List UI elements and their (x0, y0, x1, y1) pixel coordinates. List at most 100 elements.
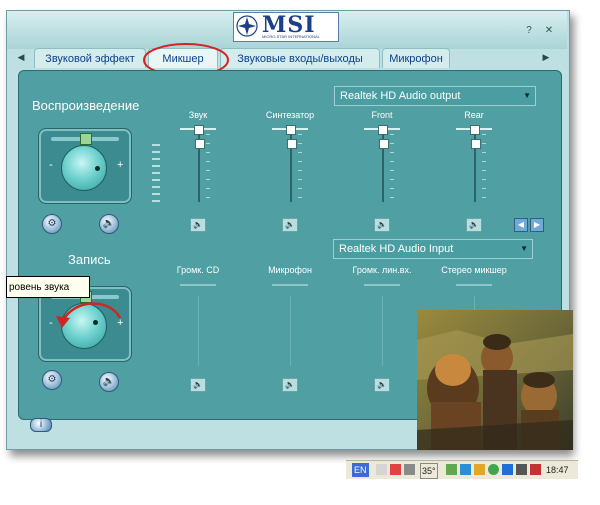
playback-volume-knob[interactable] (61, 145, 107, 191)
channel-tick (482, 170, 486, 171)
playback-settings-icon[interactable]: ⚙ (42, 214, 62, 234)
channel-volume-handle[interactable] (287, 139, 297, 150)
level-meter-tick (152, 158, 160, 160)
level-meter-tick (152, 144, 160, 146)
channel-volume-track[interactable] (290, 296, 291, 366)
channel-tick (298, 170, 302, 171)
tray-security-icon[interactable] (474, 464, 485, 475)
record-title: Запись (68, 252, 111, 267)
level-meter-tick (152, 165, 160, 167)
language-indicator[interactable]: EN (352, 463, 369, 477)
channel-mute-icon[interactable]: 🔈 (190, 218, 206, 232)
channel-volume-handle[interactable] (195, 139, 205, 150)
channel-tick (206, 143, 210, 144)
channel-tick (298, 188, 302, 189)
channel-tick (298, 152, 302, 153)
close-button[interactable]: ✕ (542, 24, 556, 38)
channel-tick (482, 152, 486, 153)
playback-device-select[interactable]: Realtek HD Audio output ▼ (334, 86, 536, 106)
channel-tick (298, 134, 302, 135)
tray-network-icon[interactable] (446, 464, 457, 475)
tray-clock[interactable]: 18:47 (546, 463, 569, 477)
level-meter-tick (152, 200, 160, 202)
channel-balance-bar[interactable] (364, 284, 400, 286)
channel-balance-bar[interactable] (272, 284, 308, 286)
channel-tick (482, 161, 486, 162)
playback-title: Воспроизведение (32, 98, 140, 113)
tray-flag-icon[interactable] (390, 464, 401, 475)
channel-tick (206, 152, 210, 153)
record-channel-label: Микрофон (268, 265, 312, 275)
tray-update-icon[interactable] (460, 464, 471, 475)
tray-messenger-icon[interactable] (488, 464, 499, 475)
tray-antivirus-icon[interactable] (530, 464, 541, 475)
channel-tick (390, 143, 394, 144)
channel-tick (206, 197, 210, 198)
tabs-scroll-right-icon[interactable]: ▶ (540, 49, 552, 65)
tooltip: ровень звука (6, 276, 90, 298)
playback-device-value: Realtek HD Audio output (340, 90, 461, 102)
record-device-select[interactable]: Realtek HD Audio Input ▼ (333, 239, 533, 259)
volume-minus-label: - (49, 159, 53, 171)
channel-tick (298, 179, 302, 180)
channel-tick (206, 161, 210, 162)
channel-mute-icon[interactable]: 🔈 (374, 218, 390, 232)
channel-mute-icon[interactable]: 🔈 (466, 218, 482, 232)
tray-speaker-icon[interactable] (516, 464, 527, 475)
system-tray: EN 35° 18:47 (346, 460, 578, 479)
playback-mute-speaker-icon[interactable]: 🔈 (99, 214, 119, 234)
level-meter-tick (152, 172, 160, 174)
info-icon[interactable]: i (30, 418, 52, 432)
help-button[interactable]: ? (522, 24, 536, 38)
channel-balance-bar[interactable] (180, 284, 216, 286)
channel-tick (482, 188, 486, 189)
channel-tick (390, 170, 394, 171)
level-meter-tick (152, 193, 160, 195)
channel-tick (390, 134, 394, 135)
record-channel-label: Громк. CD (176, 265, 220, 275)
channel-volume-track[interactable] (198, 296, 199, 366)
channel-mute-icon[interactable]: 🔈 (282, 378, 298, 392)
channel-mute-icon[interactable]: 🔈 (374, 378, 390, 392)
chevron-down-icon: ▼ (523, 91, 531, 100)
tab-sound-effect[interactable]: Звуковой эффект (34, 48, 146, 68)
channel-tick (390, 197, 394, 198)
tray-temperature[interactable]: 35° (420, 463, 438, 479)
channel-mute-icon[interactable]: 🔈 (282, 218, 298, 232)
tab-audio-io[interactable]: Звуковые входы/выходы (220, 48, 380, 68)
channel-tick (206, 170, 210, 171)
tray-tool-icon[interactable] (376, 464, 387, 475)
channel-tick (482, 143, 486, 144)
channel-mute-icon[interactable]: 🔈 (190, 378, 206, 392)
level-meter-tick (152, 151, 160, 153)
playback-volume-control: - + (38, 128, 132, 204)
annotation-arrow-icon (56, 302, 122, 328)
channel-tick (482, 197, 486, 198)
balance-handle[interactable] (80, 133, 92, 145)
playback-channel-label: Front (371, 110, 393, 120)
logo-subtitle: MICRO-STAR INTERNATIONAL (262, 34, 320, 39)
tabs-scroll-left-icon[interactable]: ◀ (15, 49, 27, 65)
channel-tick (390, 152, 394, 153)
channel-balance-bar[interactable] (456, 284, 492, 286)
playback-channel-label: Rear (464, 110, 484, 120)
channel-volume-handle[interactable] (471, 139, 481, 150)
playback-balance-slider[interactable] (51, 133, 119, 145)
channel-volume-track[interactable] (382, 296, 383, 366)
channel-tick (390, 188, 394, 189)
tray-drive-icon[interactable] (404, 464, 415, 475)
channel-tick (206, 188, 210, 189)
record-settings-icon[interactable]: ⚙ (42, 370, 62, 390)
tab-microphone[interactable]: Микрофон (382, 48, 450, 68)
record-channel-label: Стерео микшер (441, 265, 507, 275)
knob-indicator (95, 166, 100, 171)
channel-volume-handle[interactable] (379, 139, 389, 150)
screenshot: MSI MICRO-STAR INTERNATIONAL ? ✕ ◀ Звуко… (0, 0, 600, 505)
chevron-down-icon: ▼ (520, 244, 528, 253)
msi-logo: MSI MICRO-STAR INTERNATIONAL (233, 12, 339, 42)
record-mute-speaker-icon[interactable]: 🔈 (99, 372, 119, 392)
playback-next-button[interactable]: ▶ (530, 218, 544, 232)
tray-app-icon[interactable] (502, 464, 513, 475)
channel-tick (390, 179, 394, 180)
playback-prev-button[interactable]: ◀ (514, 218, 528, 232)
